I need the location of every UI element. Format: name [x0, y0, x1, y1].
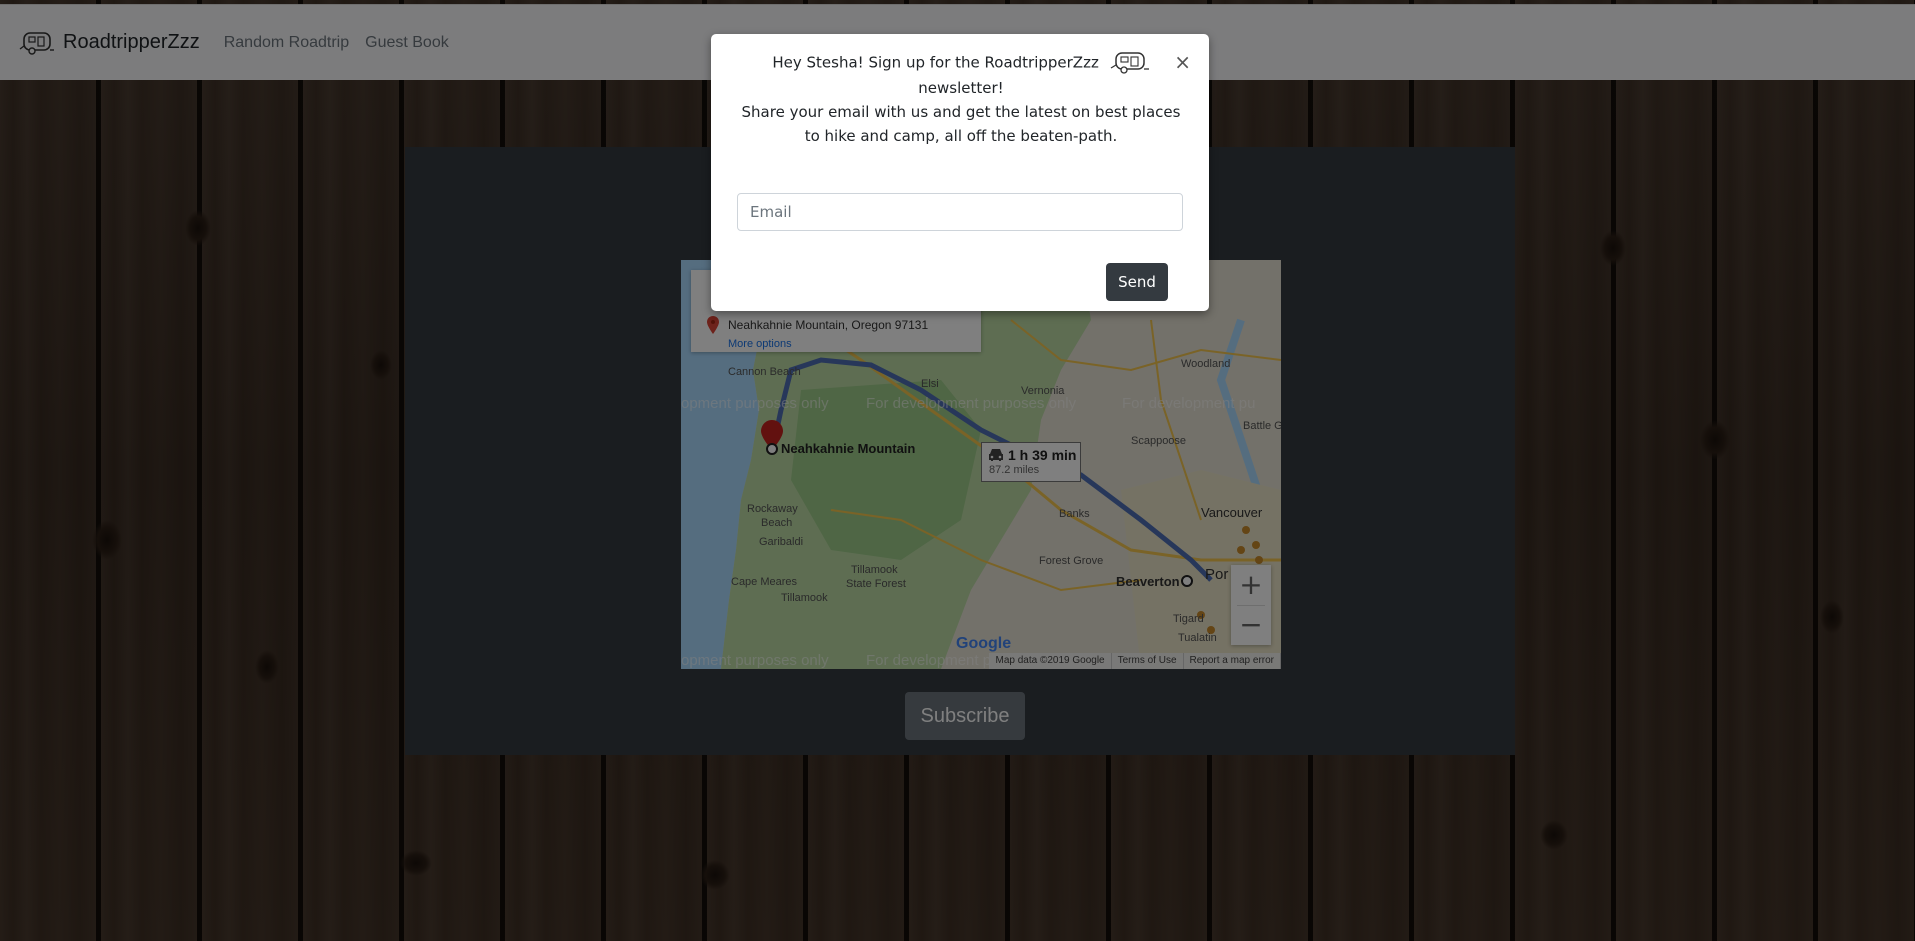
- modal-line-2: newsletter!: [918, 79, 1004, 97]
- modal-line-1: Hey Stesha! Sign up for the RoadtripperZ…: [772, 53, 1099, 72]
- camper-trailer-icon: [1110, 52, 1149, 74]
- newsletter-modal: Hey Stesha! Sign up for the RoadtripperZ…: [711, 34, 1209, 311]
- modal-line-4: to hike and camp, all off the beaten-pat…: [804, 127, 1118, 145]
- modal-line-3: Share your email with us and get the lat…: [741, 103, 1181, 121]
- send-button[interactable]: Send: [1106, 263, 1168, 301]
- email-field[interactable]: [737, 193, 1183, 231]
- modal-message: Hey Stesha! Sign up for the RoadtripperZ…: [731, 50, 1191, 148]
- close-button[interactable]: ×: [1174, 50, 1191, 74]
